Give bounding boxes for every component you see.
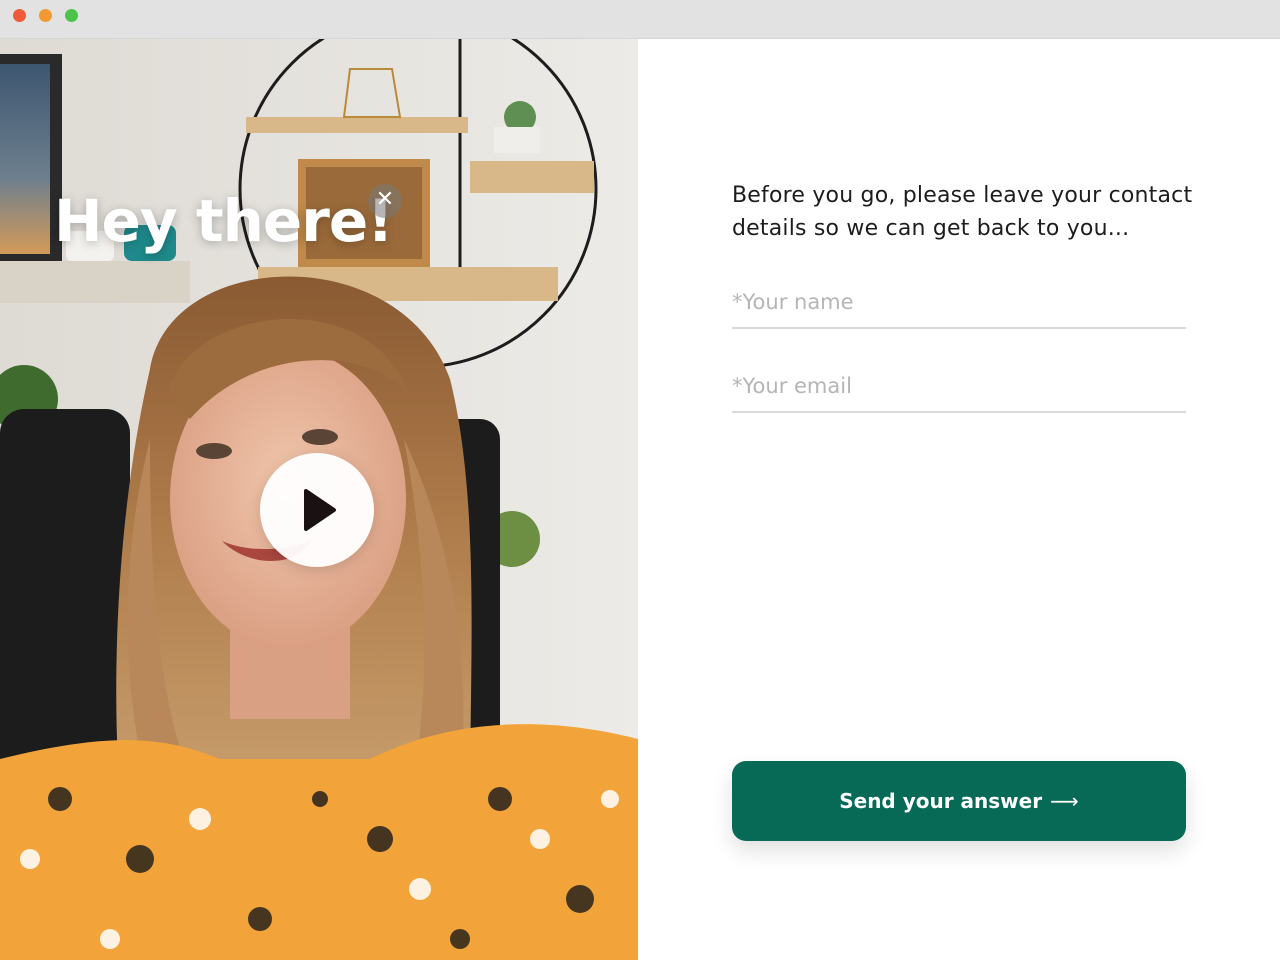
window-minimize-button[interactable]	[39, 9, 52, 22]
window-close-button[interactable]	[13, 9, 26, 22]
video-player[interactable]: Hey there! ✕	[0, 39, 638, 960]
window-titlebar	[0, 0, 1280, 39]
video-title: Hey there!	[54, 187, 394, 255]
email-input[interactable]	[732, 369, 1186, 413]
send-answer-button[interactable]: Send your answer ⟶	[732, 761, 1186, 841]
play-button[interactable]	[260, 453, 374, 567]
play-icon	[304, 489, 336, 531]
window-maximize-button[interactable]	[65, 9, 78, 22]
form-prompt: Before you go, please leave your contact…	[732, 183, 1193, 241]
close-icon[interactable]: ✕	[368, 184, 402, 218]
arrow-right-icon: ⟶	[1050, 789, 1079, 813]
name-input[interactable]	[732, 285, 1186, 329]
contact-form: Before you go, please leave your contact…	[638, 39, 1280, 960]
send-answer-label: Send your answer	[839, 789, 1043, 813]
